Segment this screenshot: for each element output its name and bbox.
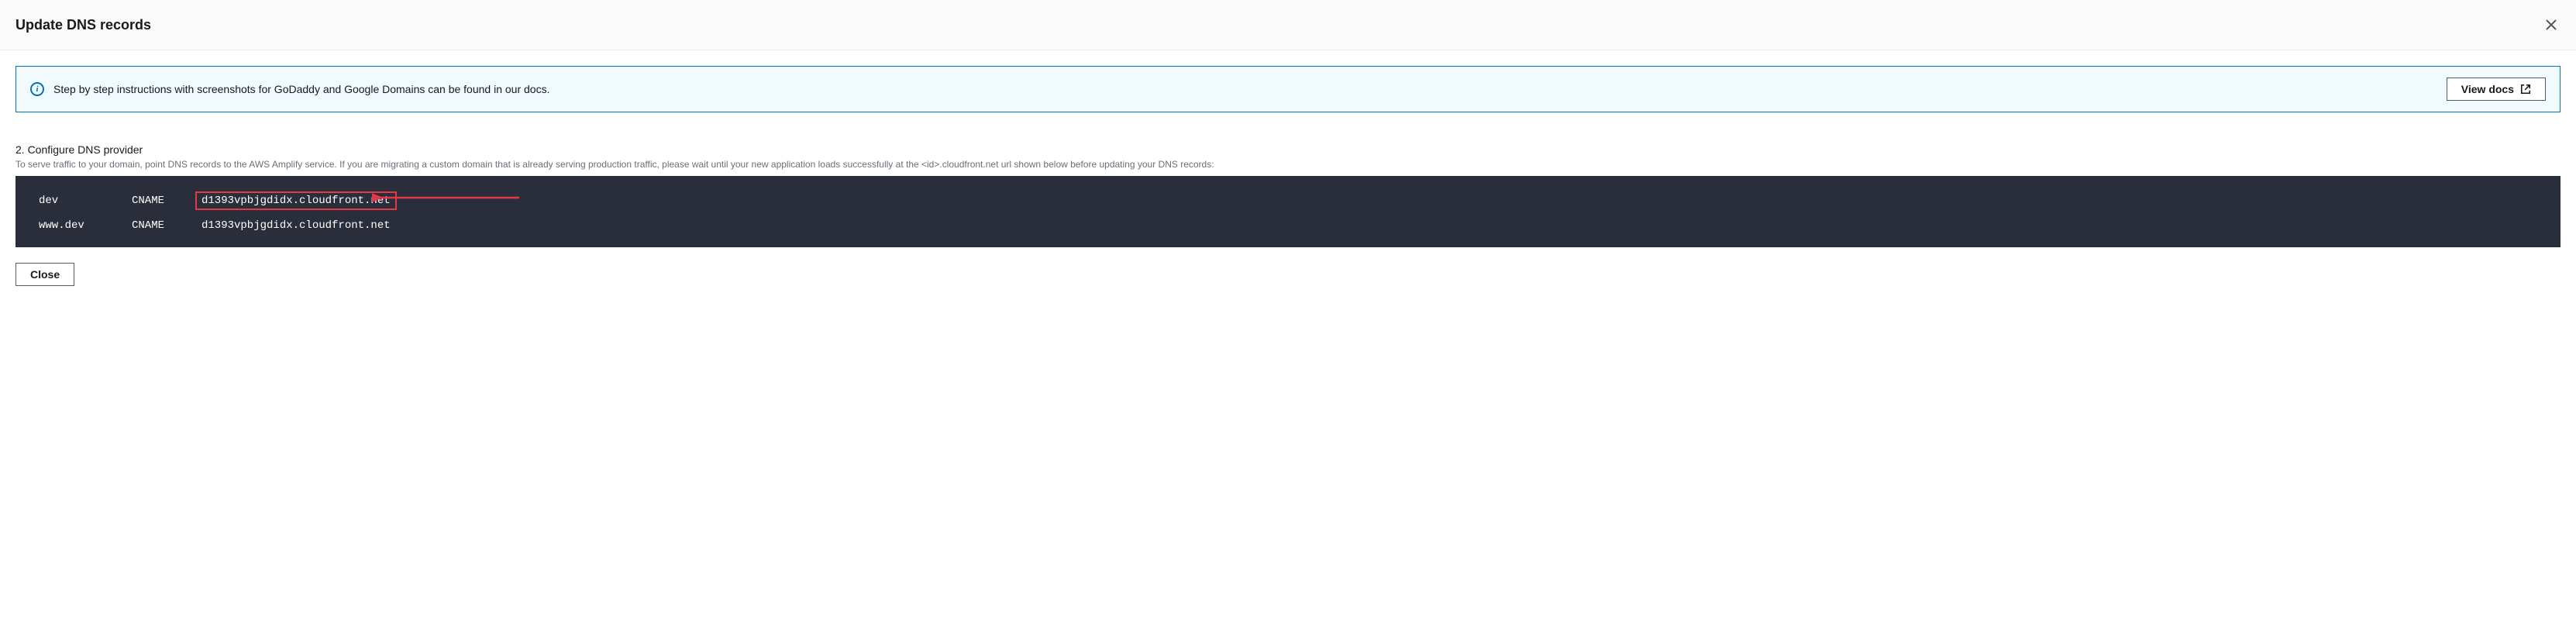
modal-footer: Close [0, 263, 2576, 302]
external-link-icon [2520, 84, 2531, 95]
dns-target-highlighted: d1393vpbjgdidx.cloudfront.net [195, 191, 397, 210]
info-alert: i Step by step instructions with screens… [15, 66, 2561, 112]
table-row: www.dev CNAME d1393vpbjgdidx.cloudfront.… [15, 215, 2561, 236]
section-heading: 2. Configure DNS provider [15, 143, 2561, 156]
info-left: i Step by step instructions with screens… [30, 82, 549, 96]
modal-title: Update DNS records [15, 17, 151, 33]
dns-host: www.dev [39, 219, 108, 232]
info-icon: i [30, 82, 44, 96]
dns-target: d1393vpbjgdidx.cloudfront.net [201, 219, 391, 232]
dns-type: CNAME [132, 195, 178, 207]
dns-host: dev [39, 195, 108, 207]
close-button[interactable]: Close [15, 263, 74, 286]
modal-body: i Step by step instructions with screens… [0, 50, 2576, 263]
close-button-label: Close [30, 268, 60, 281]
info-text: Step by step instructions with screensho… [53, 83, 549, 95]
modal-header: Update DNS records [0, 0, 2576, 50]
dns-type: CNAME [132, 219, 178, 232]
view-docs-label: View docs [2461, 83, 2514, 95]
table-row: dev CNAME d1393vpbjgdidx.cloudfront.net [15, 187, 2561, 215]
close-icon[interactable] [2542, 16, 2561, 34]
dns-records-table: dev CNAME d1393vpbjgdidx.cloudfront.net … [15, 176, 2561, 247]
section-subtext: To serve traffic to your domain, point D… [15, 159, 2561, 170]
view-docs-button[interactable]: View docs [2447, 78, 2546, 101]
